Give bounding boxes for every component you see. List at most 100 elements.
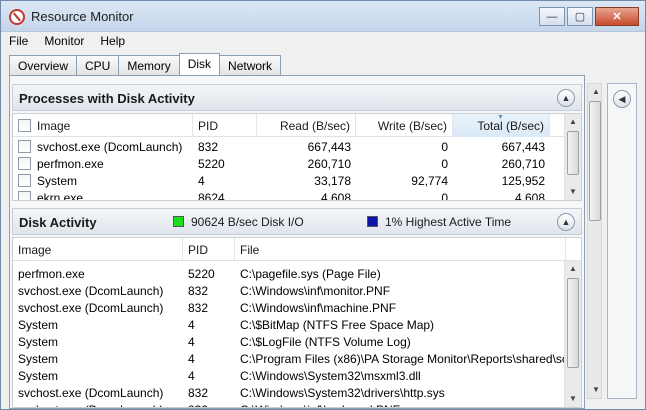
title-bar[interactable]: Resource Monitor — ▢ ✕ — [1, 1, 645, 32]
cell-total: 260,710 — [501, 157, 545, 171]
column-total[interactable]: ▼ Total (B/sec) — [453, 114, 550, 137]
processes-table: Image PID Read (B/sec) Write (B/sec) ▼ To… — [12, 113, 582, 201]
maximize-icon: ▢ — [574, 11, 586, 23]
cell-image-text: perfmon.exe — [37, 157, 104, 171]
table-row[interactable]: perfmon.exe 5220 C:\pagefile.sys (Page Fil… — [13, 265, 566, 282]
cell-image: svchost.exe (DcomLaunch) — [13, 401, 183, 407]
cell-file: C:\pagefile.sys (Page File) — [240, 267, 381, 281]
cell-read: 260,710 — [307, 157, 351, 171]
close-button[interactable]: ✕ — [595, 7, 639, 26]
disk-activity-scrollbar[interactable]: ▲ ▼ — [564, 261, 581, 407]
processes-scrollbar[interactable]: ▲ ▼ — [564, 114, 581, 200]
disk-activity-rows: perfmon.exe 5220 C:\pagefile.sys (Page Fil… — [13, 265, 566, 407]
cell-pid: 4 — [188, 318, 195, 332]
chevron-left-icon: ◀ — [618, 93, 626, 104]
scroll-thumb[interactable] — [567, 131, 579, 175]
row-checkbox[interactable] — [18, 140, 31, 153]
disk-activity-section-header[interactable]: Disk Activity 90624 B/sec Disk I/O 1% Hi… — [12, 208, 582, 235]
cell-file: C:\Program Files (x86)\PA Storage Monito… — [240, 352, 566, 366]
content-scrollbar[interactable]: ▲ ▼ — [587, 83, 602, 399]
cell-file: C:\Windows\inf\keyboard.PNF — [235, 401, 566, 407]
cell-pid: 4 — [188, 369, 195, 383]
table-row[interactable]: System 4 C:\Windows\System32\msxml3.dll — [13, 367, 566, 384]
disk-activity-section-title: Disk Activity — [19, 215, 97, 230]
menu-file[interactable]: File — [1, 32, 36, 51]
table-row[interactable]: System 4 C:\$LogFile (NTFS Volume Log) — [13, 333, 566, 350]
cell-image: svchost.exe (DcomLaunch) — [18, 386, 164, 400]
cell-file: C:\$LogFile (NTFS Volume Log) — [240, 335, 411, 349]
chevron-up-icon: ▲ — [561, 93, 571, 103]
column-write[interactable]: Write (B/sec) — [356, 114, 453, 137]
scroll-down-icon[interactable]: ▼ — [565, 184, 581, 200]
cell-image: perfmon.exe — [13, 155, 193, 172]
scroll-up-icon[interactable]: ▲ — [588, 84, 604, 100]
cell-pid: 832 — [188, 284, 209, 298]
menu-help[interactable]: Help — [92, 32, 133, 51]
menu-monitor[interactable]: Monitor — [36, 32, 92, 51]
chevron-up-icon: ▲ — [561, 217, 571, 227]
table-row[interactable]: svchost.exe (DcomLaunch)832C:\Windows\in… — [13, 401, 566, 407]
cell-pid: 8624 — [198, 191, 225, 201]
scroll-down-icon[interactable]: ▼ — [588, 382, 604, 398]
cell-image: System — [18, 335, 59, 349]
cell-write: 0 — [441, 157, 448, 171]
cell-file: C:\Windows\System32\msxml3.dll — [240, 369, 421, 383]
sort-descending-icon: ▼ — [497, 114, 504, 121]
row-checkbox[interactable] — [18, 191, 31, 200]
row-checkbox[interactable] — [18, 157, 31, 170]
scroll-up-icon[interactable]: ▲ — [565, 114, 581, 130]
cell-file: C:\Windows\inf\monitor.PNF — [240, 284, 391, 298]
cell-write: 92,774 — [411, 174, 448, 188]
cell-file: C:\$BitMap (NTFS Free Space Map) — [240, 318, 435, 332]
column-total-label: Total (B/sec) — [477, 119, 544, 133]
close-icon: ✕ — [612, 11, 622, 23]
tab-overview[interactable]: Overview — [9, 55, 78, 75]
table-row[interactable]: ekrn.exe 8624 4,608 0 4,608 — [13, 189, 566, 201]
cell-pid: 832 — [198, 140, 219, 154]
table-row[interactable]: svchost.exe (DcomLaunch) 832 667,443 0 667,4… — [13, 138, 566, 155]
table-row[interactable]: System 4 C:\$BitMap (NTFS Free Space Map) — [13, 316, 566, 333]
table-row[interactable]: svchost.exe (DcomLaunch) 832 C:\Windows\Sy… — [13, 384, 566, 401]
cell-file: C:\Windows\inf\machine.PNF — [240, 301, 397, 315]
tab-disk[interactable]: Disk — [178, 53, 221, 75]
processes-section-header[interactable]: Processes with Disk Activity ▲ — [12, 84, 582, 111]
column-pid[interactable]: PID — [193, 114, 257, 137]
cell-read: 33,178 — [314, 174, 351, 188]
tab-cpu[interactable]: CPU — [76, 55, 120, 75]
maximize-button[interactable]: ▢ — [567, 7, 593, 26]
active-time-legend-swatch — [367, 216, 378, 227]
row-checkbox[interactable] — [18, 174, 31, 187]
cell-pid: 4 — [188, 335, 195, 349]
select-all-checkbox[interactable] — [18, 119, 31, 132]
expand-graph-pane-button[interactable]: ◀ — [613, 90, 631, 108]
disk-io-legend-swatch — [173, 216, 184, 227]
disk-activity-collapse-button[interactable]: ▲ — [557, 213, 575, 231]
cell-image: ekrn.exe — [13, 189, 193, 200]
window-controls: — ▢ ✕ — [539, 7, 639, 26]
cell-pid: 4 — [198, 174, 205, 188]
table-row[interactable]: svchost.exe (DcomLaunch)832C:\Windows\in… — [13, 299, 566, 316]
minimize-button[interactable]: — — [539, 7, 565, 26]
tab-memory[interactable]: Memory — [118, 55, 180, 75]
column-pid[interactable]: PID — [183, 238, 235, 261]
graph-pane-collapsed: ◀ — [607, 83, 637, 399]
table-row[interactable]: System 4 33,178 92,774 125,952 — [13, 172, 566, 189]
tab-network[interactable]: Network — [219, 55, 282, 75]
cell-pid: 832 — [188, 301, 209, 315]
table-row[interactable]: System 4 C:\Program Files (x86)\PA Storage… — [13, 350, 566, 367]
cell-file: C:\Windows\System32\drivers\http.sys — [240, 386, 445, 400]
cell-pid: 832 — [188, 386, 209, 400]
processes-collapse-button[interactable]: ▲ — [557, 89, 575, 107]
column-image[interactable]: Image — [13, 238, 183, 261]
scroll-down-icon[interactable]: ▼ — [565, 391, 581, 407]
scroll-up-icon[interactable]: ▲ — [565, 261, 581, 277]
table-row[interactable]: svchost.exe (DcomLaunch) 832 C:\Windows\in… — [13, 282, 566, 299]
table-row[interactable]: perfmon.exe 5220 260,710 0 260,710 — [13, 155, 566, 172]
column-file[interactable]: File — [235, 238, 566, 261]
cell-write: 0 — [441, 191, 448, 201]
cell-image: svchost.exe (DcomLaunch) — [18, 284, 164, 298]
scroll-thumb[interactable] — [567, 278, 579, 368]
scroll-thumb[interactable] — [589, 101, 601, 221]
column-image[interactable]: Image — [13, 114, 193, 137]
column-read[interactable]: Read (B/sec) — [257, 114, 356, 137]
